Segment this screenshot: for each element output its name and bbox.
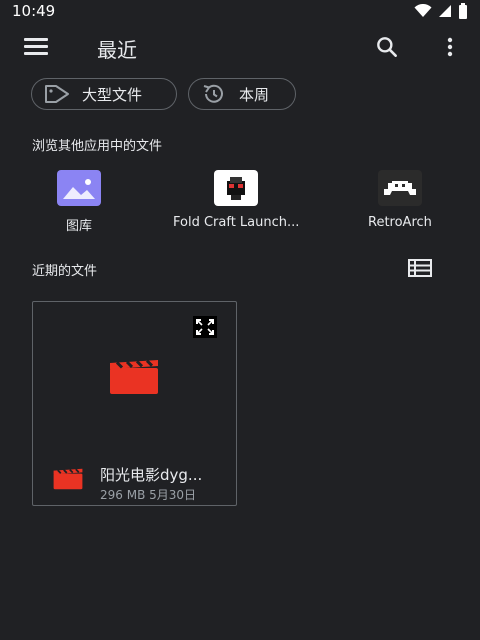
wifi-icon (414, 4, 432, 17)
retroarch-icon (377, 170, 422, 206)
chip-large-files[interactable]: 大型文件 (31, 78, 177, 110)
menu-icon (24, 38, 48, 41)
file-name: 阳光电影dyg... (100, 466, 203, 484)
menu-icon-bar (24, 52, 48, 55)
app-item-gallery[interactable]: 图库 (57, 170, 101, 234)
file-date: 5月30日 (149, 488, 197, 502)
chip-this-week[interactable]: 本周 (188, 78, 296, 110)
more-options-button[interactable] (440, 34, 460, 60)
more-vert-icon (447, 37, 453, 57)
search-button[interactable] (374, 34, 400, 60)
menu-icon-bar (24, 45, 48, 48)
file-card[interactable]: 阳光电影dyg... 296 MB 5月30日 (32, 301, 237, 506)
file-size: 296 MB (100, 488, 146, 502)
app-name: Fold Craft Launch... (173, 215, 300, 230)
chip-label: 大型文件 (82, 85, 143, 104)
signal-icon (439, 5, 451, 17)
section-label-recent-files: 近期的文件 (32, 264, 98, 279)
app-item-retroarch[interactable]: RetroArch (368, 170, 432, 230)
video-icon (53, 468, 83, 494)
list-view-icon (408, 259, 432, 277)
list-view-toggle[interactable] (408, 258, 432, 278)
app-bar: 最近 (0, 26, 480, 68)
app-name: RetroArch (368, 215, 432, 230)
chip-label: 本周 (239, 85, 270, 104)
video-thumbnail-icon (109, 359, 159, 398)
status-bar: 10:49 (0, 0, 480, 22)
gallery-icon (57, 170, 101, 206)
status-icons (414, 3, 468, 19)
app-item-fold-craft[interactable]: Fold Craft Launch... (173, 170, 299, 230)
section-label-other-apps: 浏览其他应用中的文件 (32, 139, 163, 154)
battery-icon (459, 3, 467, 19)
fold-craft-icon (214, 170, 259, 206)
file-meta: 296 MB 5月30日 (100, 486, 196, 503)
history-icon (201, 83, 227, 105)
app-name: 图库 (65, 219, 92, 234)
tag-icon (44, 83, 70, 105)
fullscreen-icon (196, 319, 214, 335)
status-time: 10:49 (12, 2, 56, 20)
menu-button[interactable] (24, 38, 50, 58)
expand-preview-button[interactable] (193, 316, 217, 338)
search-icon (377, 37, 397, 57)
page-title: 最近 (97, 38, 137, 62)
